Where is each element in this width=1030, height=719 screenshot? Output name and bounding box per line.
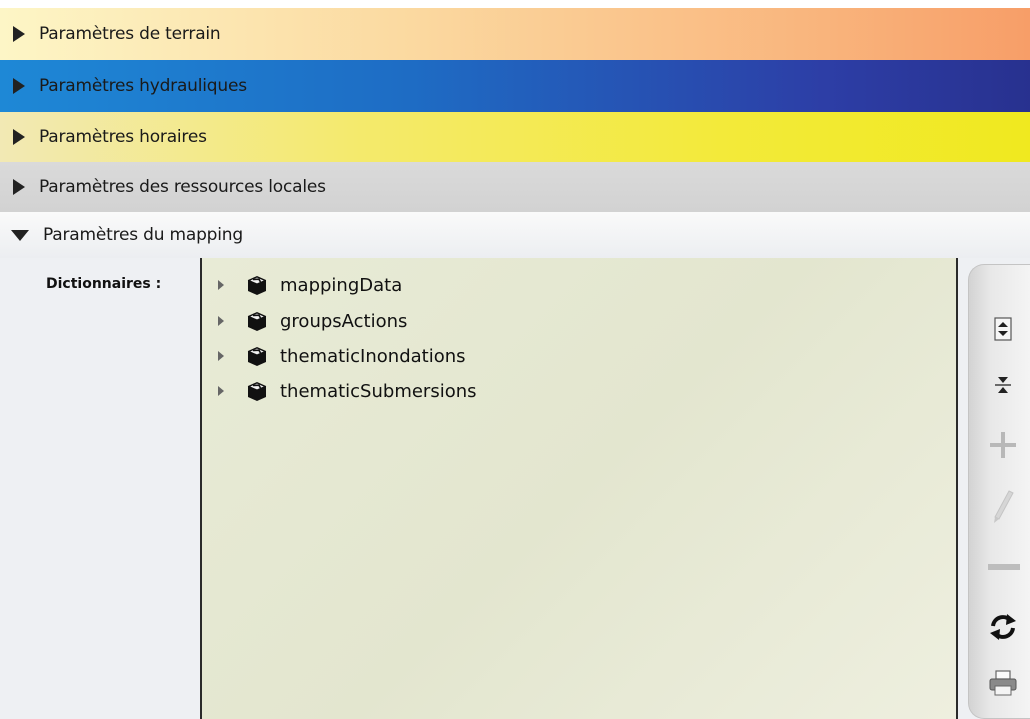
tree-expand-icon[interactable] — [218, 280, 224, 290]
dictionaries-label: Dictionnaires : — [46, 276, 162, 292]
tree-expand-icon[interactable] — [218, 351, 224, 361]
edit-icon — [994, 490, 1014, 523]
tree-item-label: groupsActions — [280, 310, 408, 332]
collapse-all-button[interactable] — [983, 365, 1023, 405]
refresh-icon — [990, 614, 1016, 640]
refresh-button[interactable] — [983, 607, 1023, 647]
dictionary-icon — [247, 347, 267, 366]
section-terrain-header[interactable]: Paramètres de terrain — [0, 8, 1030, 60]
section-horaires-header[interactable]: Paramètres horaires — [0, 112, 1030, 162]
remove-button[interactable] — [983, 547, 1023, 587]
remove-icon — [988, 564, 1020, 570]
print-icon — [989, 670, 1017, 696]
tree-item-groupsactions[interactable]: groupsActions — [218, 308, 407, 334]
section-hydraulic-label: Paramètres hydrauliques — [39, 76, 247, 96]
tree-expand-icon[interactable] — [218, 386, 224, 396]
expand-all-button[interactable] — [983, 309, 1023, 349]
section-mapping-header[interactable]: Paramètres du mapping — [0, 212, 1030, 258]
collapse-all-icon — [995, 377, 1011, 393]
expand-arrow-icon — [13, 78, 25, 94]
collapse-arrow-icon — [11, 229, 29, 241]
section-ressources-header[interactable]: Paramètres des ressources locales — [0, 162, 1030, 212]
dictionaries-tree[interactable]: mappingData groupsActions thematicInonda… — [200, 258, 958, 719]
section-horaires-label: Paramètres horaires — [39, 127, 207, 147]
dictionary-toolbar — [968, 264, 1030, 719]
edit-button[interactable] — [983, 487, 1023, 527]
tree-item-label: thematicSubmersions — [280, 380, 477, 402]
dictionary-icon — [247, 276, 267, 295]
tree-expand-icon[interactable] — [218, 316, 224, 326]
tree-item-label: mappingData — [280, 274, 403, 296]
section-mapping-label: Paramètres du mapping — [43, 225, 243, 245]
add-icon — [990, 432, 1016, 458]
expand-arrow-icon — [13, 179, 25, 195]
section-ressources-label: Paramètres des ressources locales — [39, 177, 326, 197]
dictionary-icon — [247, 312, 267, 331]
tree-item-thematicsubmersions[interactable]: thematicSubmersions — [218, 378, 477, 404]
tree-item-mappingdata[interactable]: mappingData — [218, 272, 402, 298]
tree-item-thematicinondations[interactable]: thematicInondations — [218, 343, 466, 369]
section-terrain-label: Paramètres de terrain — [39, 24, 221, 44]
expand-arrow-icon — [13, 129, 25, 145]
dictionary-icon — [247, 382, 267, 401]
print-button[interactable] — [983, 663, 1023, 703]
tree-item-label: thematicInondations — [280, 345, 466, 367]
section-hydraulic-header[interactable]: Paramètres hydrauliques — [0, 60, 1030, 112]
expand-arrow-icon — [13, 26, 25, 42]
expand-all-icon — [994, 317, 1012, 341]
add-button[interactable] — [983, 425, 1023, 465]
